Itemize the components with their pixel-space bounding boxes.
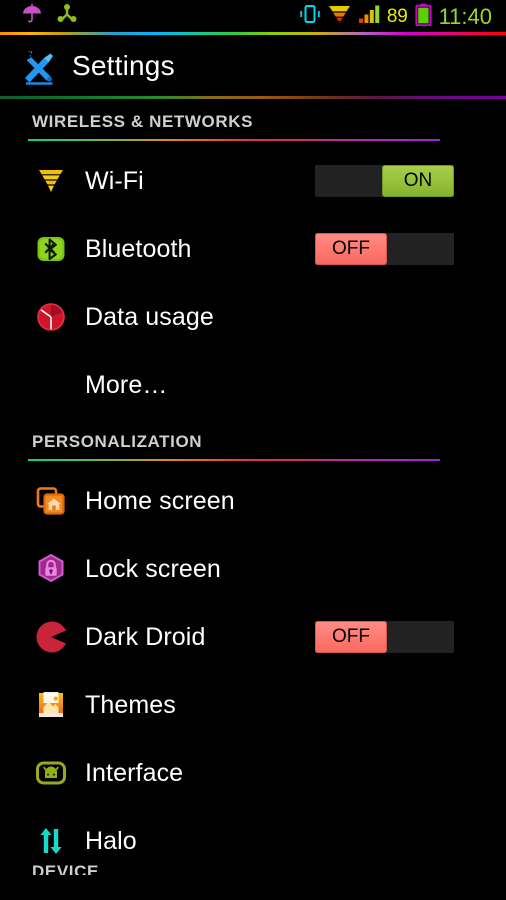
settings-row-label: Wi-Fi xyxy=(85,166,144,195)
section-divider xyxy=(28,139,440,141)
settings-row-label: Interface xyxy=(85,758,184,787)
settings-row-themes[interactable]: Themes xyxy=(0,671,506,739)
settings-row-label: Halo xyxy=(85,826,137,855)
settings-row-dark-droid[interactable]: Dark Droid OFF xyxy=(0,603,506,671)
interface-icon xyxy=(34,756,68,790)
section-divider xyxy=(28,459,440,461)
battery-icon xyxy=(414,3,432,31)
dark-droid-icon xyxy=(34,620,68,654)
data-usage-icon xyxy=(34,300,68,334)
page-title: Settings xyxy=(72,50,175,81)
halo-icon xyxy=(34,824,68,858)
clock-label: 11:40 xyxy=(438,3,492,29)
section-header-label: WIRELESS & NETWORKS xyxy=(32,112,254,131)
bluetooth-share-icon xyxy=(56,3,78,30)
lock-screen-icon xyxy=(34,552,68,586)
settings-row-label: Lock screen xyxy=(85,554,221,583)
wifi-icon xyxy=(328,3,351,30)
settings-screen: 89 11:40 Settings WIRELESS & NETWORKS Wi… xyxy=(0,0,506,900)
settings-row-label: Themes xyxy=(85,690,176,719)
section-header-personalization: PERSONALIZATION xyxy=(0,419,506,467)
settings-row-home-screen[interactable]: Home screen xyxy=(0,467,506,535)
settings-row-label: More… xyxy=(85,370,168,399)
home-screen-icon xyxy=(34,484,68,518)
settings-row-label: Home screen xyxy=(85,486,235,515)
themes-icon xyxy=(34,688,68,722)
settings-row-interface[interactable]: Interface xyxy=(0,739,506,807)
wifi-toggle-label: ON xyxy=(382,165,454,197)
settings-tools-icon xyxy=(18,45,60,87)
status-bar-right-icons: 89 11:40 xyxy=(299,3,498,31)
settings-list[interactable]: WIRELESS & NETWORKS Wi-Fi ON Bluetooth O… xyxy=(0,99,506,875)
settings-row-label: Dark Droid xyxy=(85,622,206,651)
settings-row-wifi[interactable]: Wi-Fi ON xyxy=(0,147,506,215)
bluetooth-icon xyxy=(34,232,68,266)
settings-row-lock-screen[interactable]: Lock screen xyxy=(0,535,506,603)
signal-bars-icon xyxy=(358,3,380,30)
status-bar-left-icons xyxy=(8,3,78,30)
section-header-label: DEVICE xyxy=(32,863,99,875)
battery-percent-label: 89 xyxy=(386,6,408,27)
settings-row-label: Data usage xyxy=(85,302,214,331)
umbrella-icon xyxy=(22,3,42,30)
status-bar[interactable]: 89 11:40 xyxy=(0,0,506,35)
dark-droid-toggle-label: OFF xyxy=(315,621,387,653)
section-header-label: PERSONALIZATION xyxy=(32,432,203,451)
settings-row-label: Bluetooth xyxy=(85,234,192,263)
title-bar: Settings xyxy=(0,33,506,99)
settings-row-more[interactable]: More… xyxy=(0,351,506,419)
no-icon-spacer xyxy=(34,368,68,402)
dark-droid-toggle[interactable]: OFF xyxy=(315,621,454,653)
bluetooth-toggle-label: OFF xyxy=(315,233,387,265)
wifi-icon xyxy=(34,164,68,198)
wifi-toggle[interactable]: ON xyxy=(315,165,454,197)
bluetooth-toggle[interactable]: OFF xyxy=(315,233,454,265)
section-header-device: DEVICE xyxy=(32,863,99,875)
settings-row-bluetooth[interactable]: Bluetooth OFF xyxy=(0,215,506,283)
vibrate-icon xyxy=(299,3,321,30)
section-header-wireless: WIRELESS & NETWORKS xyxy=(0,99,506,147)
settings-row-data-usage[interactable]: Data usage xyxy=(0,283,506,351)
